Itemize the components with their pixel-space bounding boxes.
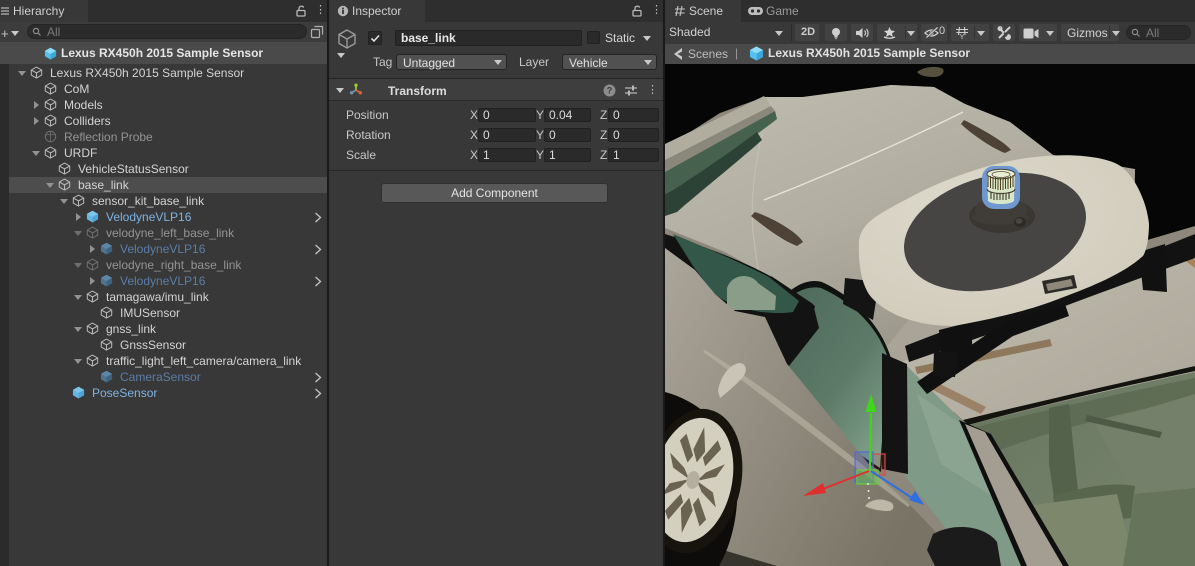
svg-text:?: ?	[607, 86, 613, 96]
svg-text:Y: Y	[959, 32, 964, 40]
